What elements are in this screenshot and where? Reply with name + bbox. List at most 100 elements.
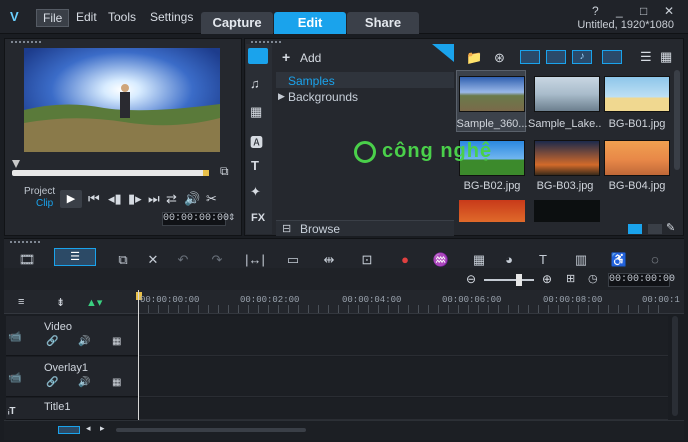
tree-item-samples[interactable]: Samples [288, 74, 335, 88]
undo-icon[interactable]: ↶ [172, 252, 194, 268]
step-forward-icon[interactable]: ▮▸ [128, 191, 142, 207]
scroll-right-icon[interactable]: ▸ [100, 423, 105, 434]
split-clip-icon[interactable]: ✂ [206, 191, 217, 207]
show-audio-icon[interactable]: ♪ [572, 50, 592, 64]
edit-library-icon[interactable]: ✎ [666, 221, 675, 234]
timeline-timecode[interactable]: 00:00:00:00 [608, 273, 675, 287]
player-timecode[interactable]: 00:00:00:00 [162, 212, 229, 226]
browse-button[interactable]: Browse [300, 222, 340, 236]
tab-share[interactable]: Share [347, 12, 419, 34]
track-volume-icon[interactable]: 🔊 [78, 377, 90, 388]
link-icon[interactable]: 🔗 [46, 377, 58, 388]
tools-icon[interactable]: ✕ [142, 252, 164, 268]
record-icon[interactable]: ● [394, 252, 416, 267]
subtitle-icon[interactable]: T [532, 252, 554, 267]
menu-tools[interactable]: Tools [102, 9, 142, 25]
zoom-slider-thumb[interactable] [516, 274, 522, 286]
thumb-bg-b03[interactable] [534, 140, 600, 176]
timecode-stepper[interactable]: ⇕ [228, 212, 236, 223]
text-category-icon[interactable]: T [251, 158, 259, 173]
timeline-vertical-scrollbar[interactable] [672, 316, 678, 416]
list-view-icon[interactable]: ☰ [640, 49, 652, 65]
menu-settings[interactable]: Settings [144, 9, 199, 25]
graphics-category-icon[interactable]: ✦ [250, 184, 261, 200]
panel-grip[interactable] [10, 241, 40, 243]
fit-timeline-icon[interactable]: ⊞ [566, 272, 575, 285]
fx-category[interactable]: FX [251, 212, 265, 224]
track-title[interactable] [138, 398, 668, 420]
storyboard-view-icon[interactable]: 🎞 [16, 252, 38, 268]
show-photos-icon[interactable] [546, 50, 566, 64]
menu-edit[interactable]: Edit [70, 9, 103, 25]
show-templates-icon[interactable] [602, 50, 622, 64]
mode-clip[interactable]: Clip [36, 198, 53, 209]
help-icon[interactable]: ? [592, 4, 599, 18]
media-filter-icon[interactable]: ⊛ [494, 50, 505, 66]
multi-cam-icon[interactable]: ▦ [468, 252, 490, 268]
track-visibility-icon[interactable]: ▦ [112, 336, 121, 347]
scroll-left-icon[interactable]: ◂ [86, 423, 91, 434]
zoom-slider[interactable] [484, 279, 534, 281]
thumb-sample-lake[interactable] [534, 76, 600, 112]
redo-icon[interactable]: ↷ [206, 252, 228, 268]
horizontal-scrollbar[interactable] [116, 428, 306, 432]
track-volume-icon[interactable]: 🔊 [78, 336, 90, 347]
repeat-icon[interactable]: ⇄ [166, 191, 177, 207]
scrub-bar[interactable] [12, 170, 208, 176]
library-scrollbar[interactable] [674, 70, 680, 170]
chapter-point-icon[interactable]: ⇟ [56, 296, 65, 309]
panel-grip[interactable] [251, 41, 281, 43]
skip-end-icon[interactable]: ⏭ [148, 191, 160, 207]
instant-project-icon[interactable]: ▦ [250, 104, 262, 120]
zoom-in-icon[interactable]: ⊕ [542, 272, 552, 286]
panel-grip[interactable] [11, 41, 41, 43]
media-category-icon[interactable] [248, 48, 268, 64]
record-screen-icon[interactable]: ▭ [282, 252, 304, 268]
track-video[interactable] [138, 316, 668, 356]
ripple-edit-icon[interactable]: ▲▾ [86, 296, 102, 309]
sound-mixer-icon[interactable]: ♒ [430, 252, 452, 268]
maximize-icon[interactable]: □ [640, 4, 647, 18]
mode-project[interactable]: Project [24, 186, 55, 197]
thumb-bg-b01[interactable] [604, 76, 670, 112]
volume-icon[interactable]: 🔊 [184, 191, 200, 207]
360-video-icon[interactable]: ◌ [644, 252, 666, 267]
tab-capture[interactable]: Capture [201, 12, 273, 34]
thumb-size-large-icon[interactable] [648, 224, 662, 234]
thumb-bg-b04[interactable] [604, 140, 670, 176]
thumb-partial-1[interactable] [459, 200, 525, 222]
title-category-icon[interactable]: 🅰 [250, 132, 263, 151]
thumb-sample-360[interactable] [459, 76, 525, 112]
import-folder-icon[interactable]: 📁 [466, 50, 482, 66]
add-folder-button[interactable]: Add [300, 51, 321, 65]
copy-attributes-icon[interactable]: ⧉ [112, 252, 134, 268]
thumb-partial-2[interactable] [534, 200, 600, 222]
menu-file[interactable]: File [36, 9, 70, 27]
track-overlay[interactable] [138, 357, 668, 397]
motion-tracking-icon[interactable]: ⊡ [356, 252, 378, 268]
thumb-size-small-icon[interactable] [628, 224, 642, 234]
audio-category-icon[interactable]: ♫ [250, 76, 260, 91]
minimize-icon[interactable]: _ [616, 4, 623, 18]
timeline-view-icon[interactable]: ☰ [54, 248, 96, 266]
show-videos-icon[interactable] [520, 50, 540, 64]
skip-start-icon[interactable]: ⏮ [88, 191, 100, 207]
link-icon[interactable]: 🔗 [46, 336, 58, 347]
enlarge-icon[interactable]: ⧉ [220, 164, 229, 179]
play-button[interactable]: ▶ [60, 190, 82, 208]
mask-icon[interactable]: ◕ [498, 252, 520, 267]
track-height-icon[interactable] [58, 426, 80, 434]
step-back-icon[interactable]: ◂▮ [108, 191, 122, 207]
track-manager-icon[interactable]: ≡ [18, 296, 24, 308]
trim-marker-out[interactable] [203, 170, 209, 176]
zoom-out-icon[interactable]: ⊖ [466, 272, 476, 286]
split-icon[interactable]: ⇹ [318, 252, 340, 268]
track-visibility-icon[interactable]: ▦ [112, 377, 121, 388]
close-icon[interactable]: ✕ [664, 4, 674, 18]
grid-view-icon[interactable]: ▦ [660, 49, 672, 65]
add-icon[interactable]: + [282, 49, 290, 65]
fit-project-icon[interactable]: |↔| [244, 252, 266, 267]
tab-edit[interactable]: Edit [274, 12, 346, 34]
split-screen-icon[interactable]: ▥ [570, 252, 592, 268]
browse-icon[interactable]: ⊟ [282, 222, 291, 235]
